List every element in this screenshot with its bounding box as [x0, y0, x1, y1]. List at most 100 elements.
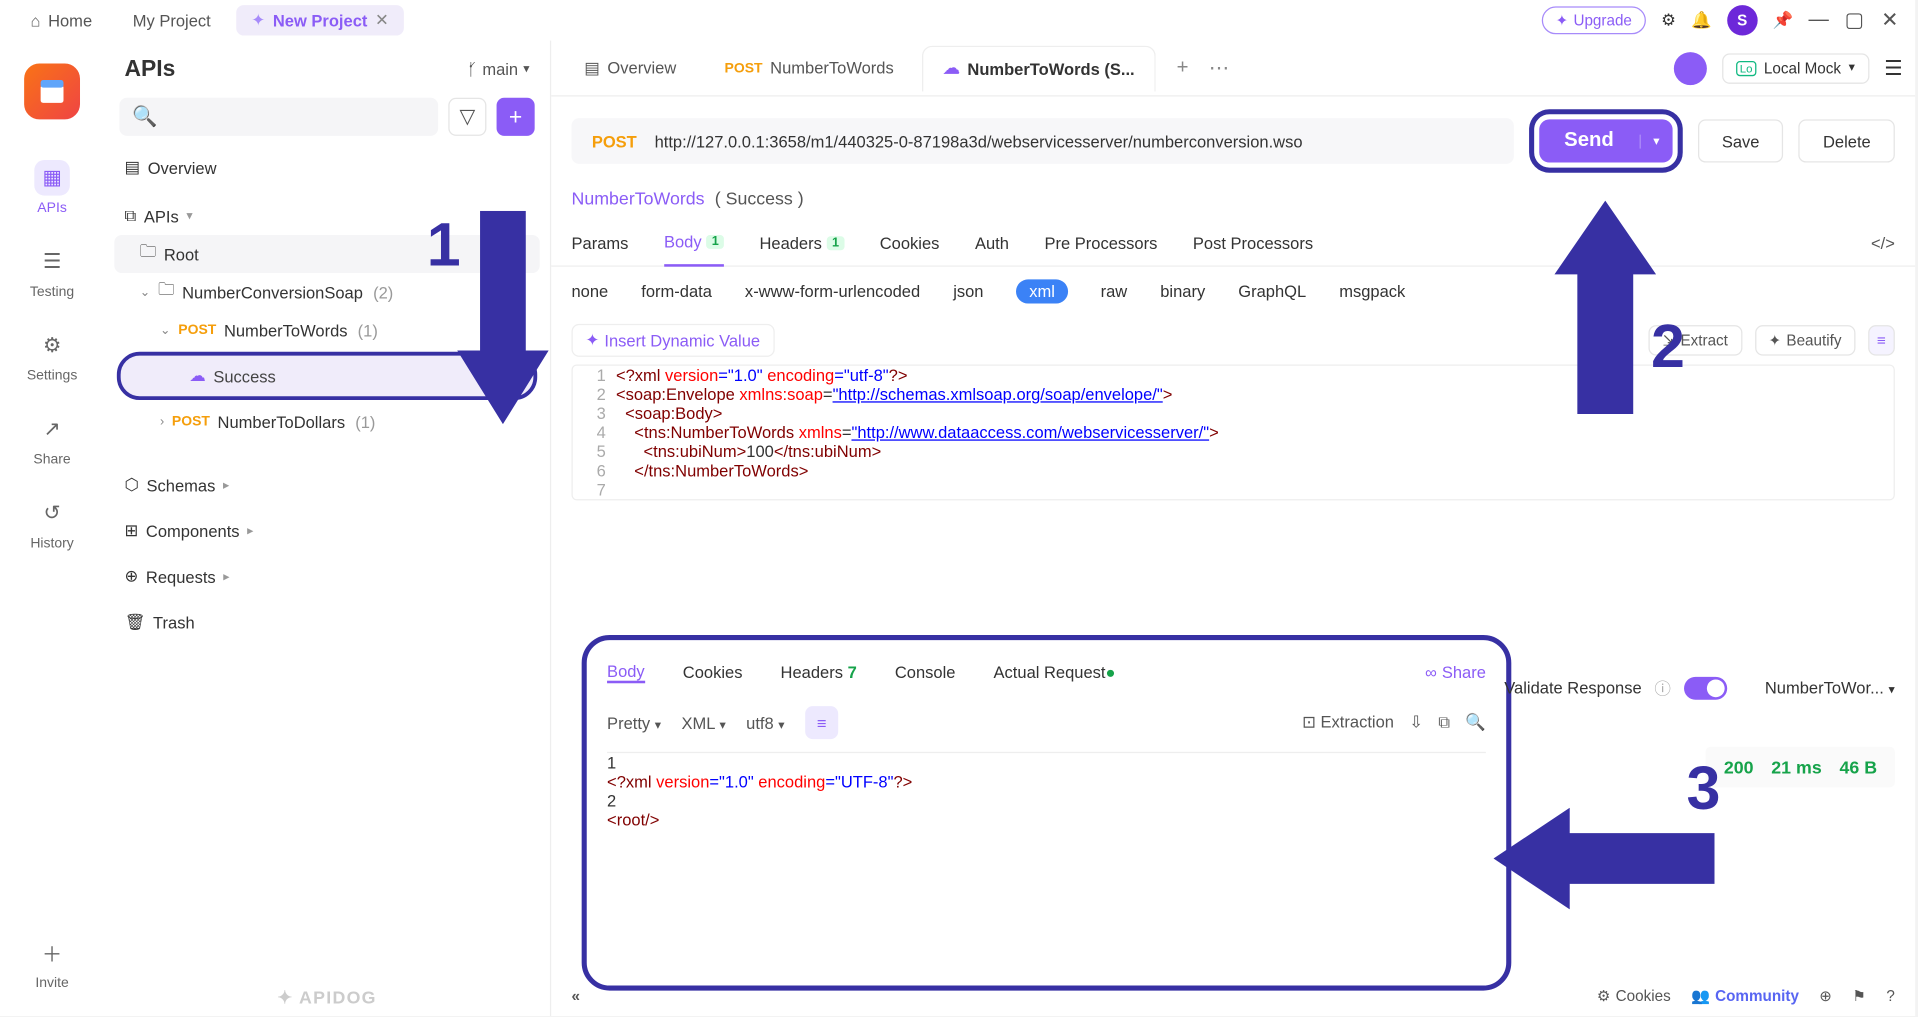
extraction-button[interactable]: ⊡ Extraction	[1302, 712, 1394, 732]
plus-icon: +	[509, 104, 522, 131]
brand-watermark: ✦ APIDOG	[104, 987, 550, 1009]
upgrade-button[interactable]: ✦Upgrade	[1542, 6, 1646, 34]
reqtab-body[interactable]: Body1	[664, 220, 724, 266]
chevron-down-icon[interactable]: ▾	[1639, 134, 1672, 148]
maximize-icon[interactable]: ▢	[1844, 13, 1864, 28]
filter-icon: ▽	[460, 104, 476, 129]
title-bar: ⌂Home My Project ✦New Project✕ ✦Upgrade …	[0, 0, 1915, 41]
bodytype-form[interactable]: form-data	[641, 282, 712, 301]
reqtab-params[interactable]: Params	[572, 220, 629, 266]
pretty-selector[interactable]: Pretty ▾	[607, 713, 661, 732]
tab-my-project[interactable]: My Project	[118, 6, 226, 35]
sidebar-requests[interactable]: ⊕Requests▸	[114, 558, 539, 596]
wrap-toggle[interactable]: ≡	[805, 706, 838, 739]
bug-icon[interactable]: ⚑	[1852, 987, 1866, 1005]
schema-icon: ⬡	[124, 475, 138, 495]
bodytype-xml[interactable]: xml	[1017, 279, 1068, 303]
beautify-button[interactable]: ✦Beautify	[1755, 325, 1856, 355]
share-icon: ∞	[1425, 662, 1437, 681]
bodytype-raw[interactable]: raw	[1101, 282, 1128, 301]
pin-icon[interactable]: 📌	[1773, 10, 1794, 30]
collapse-icon[interactable]: «	[572, 987, 580, 1005]
tab-home[interactable]: ⌂Home	[15, 6, 107, 35]
close-icon[interactable]: ✕	[1880, 13, 1900, 28]
code-icon[interactable]: </>	[1871, 234, 1895, 253]
share-button[interactable]: ∞Share	[1425, 662, 1486, 681]
bodytype-graphql[interactable]: GraphQL	[1238, 282, 1306, 301]
filter-button[interactable]: ▽	[448, 98, 486, 136]
send-button[interactable]: Send ▾	[1539, 119, 1673, 162]
feedback-icon[interactable]: ⊕	[1819, 987, 1832, 1005]
example-selector[interactable]: NumberToWor... ▾	[1765, 678, 1895, 697]
cookies-link[interactable]: ⚙Cookies	[1597, 987, 1671, 1005]
components-icon: ⊞	[124, 521, 138, 541]
bodytype-urlenc[interactable]: x-www-form-urlencoded	[745, 282, 920, 301]
minimize-icon[interactable]: —	[1808, 13, 1828, 28]
tab-overview[interactable]: ▤Overview	[564, 45, 697, 91]
bodytype-binary[interactable]: binary	[1160, 282, 1205, 301]
encoding-selector[interactable]: utf8 ▾	[746, 713, 785, 732]
add-tab-icon[interactable]: +	[1164, 57, 1201, 80]
search-icon[interactable]: 🔍	[1465, 712, 1486, 732]
reqtab-headers[interactable]: Headers1	[759, 220, 844, 266]
chevron-down-icon: ▾	[523, 62, 529, 76]
more-icon[interactable]: ⋯	[1209, 55, 1229, 80]
rail-apis[interactable]: ▦APIs	[34, 160, 70, 216]
validate-toggle[interactable]	[1684, 676, 1727, 699]
bodytype-none[interactable]: none	[572, 282, 609, 301]
tab-numbertowords[interactable]: POSTNumberToWords	[704, 45, 914, 91]
reqtab-pre[interactable]: Pre Processors	[1044, 220, 1157, 266]
gear-icon[interactable]: ⚙	[1661, 10, 1676, 30]
sidebar: APIs ᚶmain▾ 🔍 ▽ + ▤Overview ⧉APIs▾ 🗀Root…	[104, 41, 551, 1016]
bell-icon[interactable]: 🔔	[1691, 10, 1712, 30]
resptab-headers[interactable]: Headers 7	[781, 662, 857, 681]
rail-testing[interactable]: ☰Testing	[30, 244, 74, 300]
save-response-icon[interactable]: ⇩	[1409, 712, 1423, 732]
sidebar-trash[interactable]: 🗑Trash	[114, 603, 539, 641]
format-selector[interactable]: XML ▾	[682, 713, 726, 732]
insert-dynamic-button[interactable]: ✦Insert Dynamic Value	[572, 324, 775, 357]
sidebar-components[interactable]: ⊞Components▸	[114, 512, 539, 550]
sidebar-overview[interactable]: ▤Overview	[114, 149, 539, 187]
community-link[interactable]: 👥Community	[1691, 987, 1799, 1005]
bodytype-msgpack[interactable]: msgpack	[1339, 282, 1405, 301]
info-icon[interactable]: ⓘ	[1654, 676, 1671, 700]
wrap-button[interactable]: ≡	[1868, 325, 1895, 355]
rail-history[interactable]: ↺History	[30, 495, 73, 551]
avatar[interactable]: S	[1727, 5, 1757, 35]
wand-icon: ✦	[585, 330, 599, 350]
tab-new-project[interactable]: ✦New Project✕	[236, 5, 404, 35]
resptab-cookies[interactable]: Cookies	[683, 662, 743, 681]
search-input[interactable]: 🔍	[119, 98, 438, 136]
apis-icon: ▦	[34, 160, 70, 196]
rail-share[interactable]: ↗Share	[33, 411, 70, 467]
rail-settings[interactable]: ⚙Settings	[27, 328, 77, 384]
rail-invite[interactable]: ＋Invite	[34, 935, 70, 991]
mock-selector[interactable]: LoLocal Mock▾	[1722, 53, 1869, 83]
resptab-body[interactable]: Body	[607, 661, 645, 683]
close-icon[interactable]: ✕	[375, 10, 389, 30]
chevron-right-icon: ▸	[223, 570, 229, 584]
resptab-console[interactable]: Console	[895, 662, 956, 681]
request-body-editor[interactable]: 1<?xml version="1.0" encoding="utf-8"?> …	[572, 364, 1895, 500]
response-body-editor[interactable]: 1<?xml version="1.0" encoding="UTF-8"?> …	[607, 752, 1486, 968]
delete-button[interactable]: Delete	[1799, 119, 1895, 162]
reqtab-cookies[interactable]: Cookies	[880, 220, 940, 266]
reqtab-post[interactable]: Post Processors	[1193, 220, 1313, 266]
branch-selector[interactable]: ᚶmain▾	[467, 60, 529, 79]
url-input[interactable]: POST http://127.0.0.1:3658/m1/440325-0-8…	[572, 118, 1514, 164]
resptab-actual[interactable]: Actual Request●	[994, 662, 1116, 681]
bodytype-json[interactable]: json	[953, 282, 983, 301]
menu-icon[interactable]: ☰	[1884, 55, 1902, 80]
branch-icon: ᚶ	[467, 60, 477, 79]
app-logo[interactable]	[24, 64, 80, 120]
env-indicator[interactable]	[1674, 51, 1707, 84]
save-button[interactable]: Save	[1698, 119, 1784, 162]
copy-icon[interactable]: ⧉	[1438, 712, 1450, 732]
help-icon[interactable]: ?	[1886, 987, 1894, 1005]
reqtab-auth[interactable]: Auth	[975, 220, 1009, 266]
add-button[interactable]: +	[497, 98, 535, 136]
tab-numbertowords-success[interactable]: ☁NumberToWords (S...	[922, 45, 1157, 91]
sidebar-schemas[interactable]: ⬡Schemas▸	[114, 466, 539, 504]
requests-icon: ⊕	[124, 566, 138, 586]
